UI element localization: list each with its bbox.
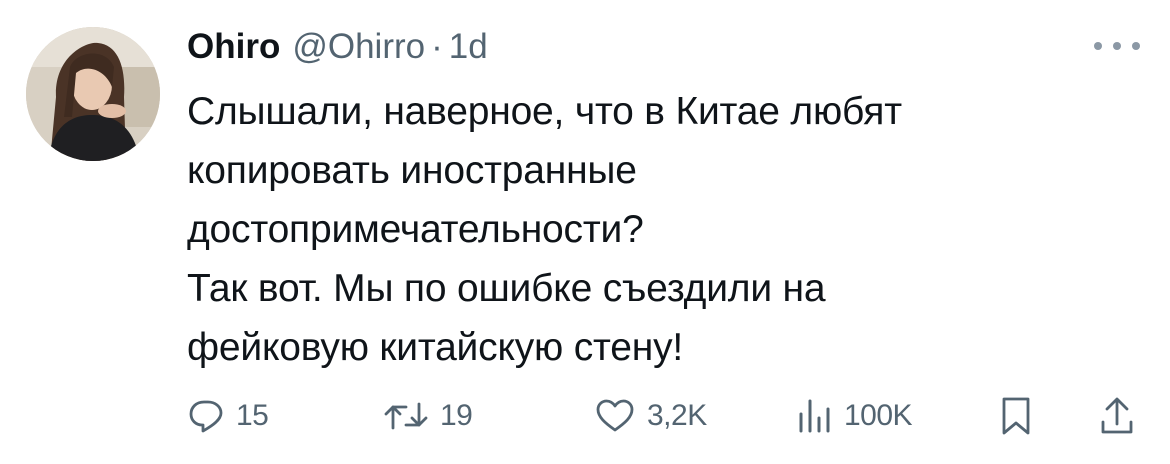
reply-bubble-icon: [189, 400, 223, 433]
tweet-header: Ohiro @Ohirro · 1d: [187, 22, 488, 72]
like-count: 3,2K: [647, 399, 707, 432]
reply-button[interactable]: 15: [188, 388, 269, 444]
tweet-line: фейковую китайскую стену!: [187, 326, 684, 369]
tweet-line: копировать иностранные: [187, 149, 637, 192]
user-handle[interactable]: @Ohirro: [292, 22, 425, 72]
tweet-line: достопримечательности?: [187, 208, 644, 251]
dot: [1113, 42, 1121, 50]
dot: [1132, 42, 1140, 50]
bookmark-button[interactable]: [1000, 388, 1032, 444]
tweet: Ohiro @Ohirro · 1d Слышали, наверное, чт…: [0, 0, 1170, 464]
separator-dot: ·: [431, 27, 443, 66]
timestamp[interactable]: 1d: [449, 22, 488, 72]
reply-count: 15: [236, 399, 269, 432]
share-upload-icon: [1101, 397, 1133, 434]
tweet-line: Слышали, наверное, что в Китае любят: [187, 90, 902, 133]
avatar-image: [26, 27, 160, 161]
share-button[interactable]: [1099, 388, 1135, 444]
heart-icon: [596, 399, 634, 432]
more-dots-icon[interactable]: [1094, 36, 1140, 56]
views-count: 100K: [844, 399, 913, 432]
like-button[interactable]: 3,2K: [595, 388, 707, 444]
retweet-button[interactable]: 19: [384, 388, 473, 444]
avatar[interactable]: [26, 27, 160, 161]
retweet-count: 19: [440, 399, 473, 432]
views-button[interactable]: 100K: [796, 388, 913, 444]
retweet-icon: [384, 402, 428, 430]
display-name[interactable]: Ohiro: [187, 22, 280, 72]
action-bar: 15 19 3,2K 100K: [0, 388, 1170, 444]
views-bar-chart-icon: [799, 399, 830, 433]
dot: [1094, 42, 1102, 50]
tweet-line: Так вот. Мы по ошибке съездили на: [187, 267, 826, 310]
tweet-text: Слышали, наверное, что в Китае любят коп…: [187, 82, 1087, 377]
bookmark-icon: [1002, 397, 1030, 435]
